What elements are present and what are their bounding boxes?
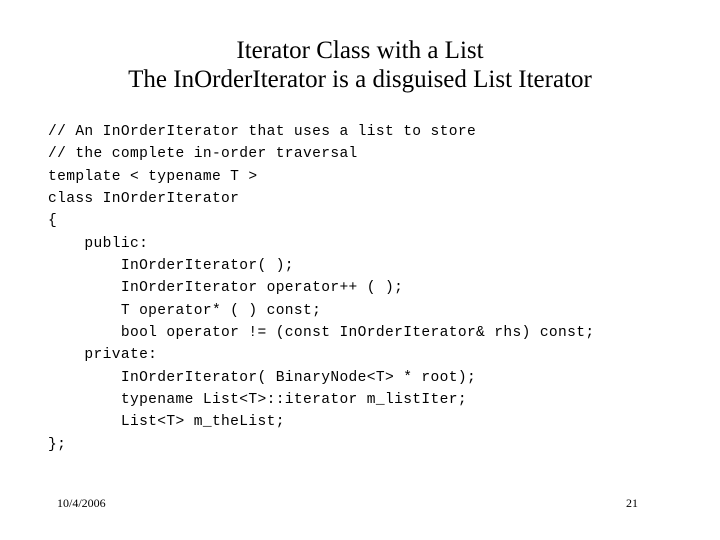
footer-page-number: 21	[626, 496, 638, 510]
code-line: bool operator != (const InOrderIterator&…	[48, 325, 595, 342]
code-line: template < typename T >	[48, 168, 258, 185]
code-listing: // An InOrderIterator that uses a list t…	[48, 121, 688, 456]
code-line: class InOrderIterator	[48, 191, 240, 208]
code-line: // An InOrderIterator that uses a list t…	[48, 124, 477, 140]
code-line: List<T> m_theList;	[48, 414, 285, 431]
code-line: T operator* ( ) const;	[48, 302, 322, 319]
presentation-slide: Iterator Class with a List The InOrderIt…	[0, 0, 720, 540]
code-line: };	[48, 436, 67, 453]
slide-title-line-2: The InOrderIterator is a disguised List …	[128, 66, 592, 93]
footer-date: 10/4/2006	[57, 496, 106, 510]
code-line: public:	[48, 235, 149, 252]
code-line: InOrderIterator( );	[48, 258, 294, 275]
code-line: InOrderIterator operator++ ( );	[48, 280, 404, 297]
code-line: // the complete in-order traversal	[48, 146, 358, 163]
slide-title: Iterator Class with a List The InOrderIt…	[0, 36, 720, 94]
code-line: typename List<T>::iterator m_listIter;	[48, 392, 467, 409]
slide-title-line-1: Iterator Class with a List	[236, 37, 484, 64]
code-line: {	[48, 213, 58, 230]
code-line: private:	[48, 347, 158, 364]
code-line: InOrderIterator( BinaryNode<T> * root);	[48, 369, 477, 386]
